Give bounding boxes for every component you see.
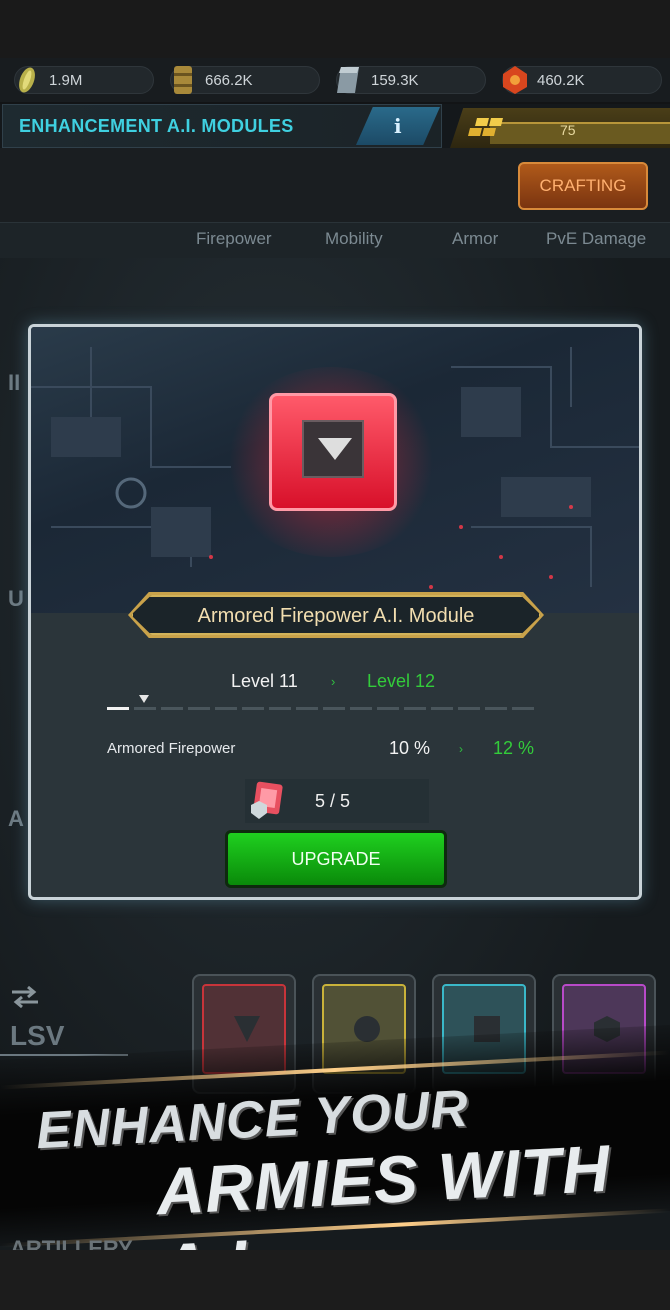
upgrade-button[interactable]: UPGRADE [225, 830, 447, 888]
resource-value: 666.2K [205, 72, 253, 89]
stat-label: Armored Firepower [107, 740, 236, 757]
page-title: ENHANCEMENT A.I. MODULES [19, 116, 294, 136]
progress-segment [242, 707, 264, 710]
tab-firepower[interactable]: Firepower [196, 229, 272, 249]
module-material-icon [251, 781, 283, 819]
level-progress-bar [107, 707, 535, 711]
side-label-fragment: U [8, 586, 24, 611]
progress-segment [215, 707, 237, 710]
gold-bars-icon [468, 118, 503, 136]
side-label-fragment: II [8, 370, 21, 395]
level-next: Level 12 [367, 671, 436, 691]
progress-segment [431, 707, 453, 710]
progress-segment [404, 707, 426, 710]
chip-core [302, 420, 364, 478]
wheat-icon [19, 67, 35, 93]
progress-segment [458, 707, 480, 710]
resource-steel[interactable]: 159.3K [336, 66, 486, 94]
progress-segment [485, 707, 507, 710]
stat-current: 10 % [389, 738, 431, 758]
mineral-icon [503, 66, 527, 94]
progress-segment [269, 707, 291, 710]
progress-segment [323, 707, 345, 710]
circle-icon [354, 1016, 380, 1042]
resource-food[interactable]: 1.9M [14, 66, 154, 94]
resource-value: 460.2K [537, 72, 585, 89]
swap-arrows-icon[interactable] [8, 984, 42, 1010]
resource-oil[interactable]: 666.2K [170, 66, 320, 94]
module-artwork [31, 327, 639, 613]
tab-bar: Firepower Mobility Armor PvE Damage [0, 222, 670, 258]
side-label-fragment: A [8, 806, 24, 831]
progress-segment [512, 707, 534, 710]
triangle-icon [318, 438, 352, 460]
ai-module-chip [269, 393, 397, 511]
title-banner: Armored Firepower A.I. Module [131, 595, 541, 635]
chevron-right-icon: › [331, 674, 336, 689]
gold-value: 75 [560, 122, 576, 138]
tab-armor[interactable]: Armor [452, 229, 498, 249]
stat-next: 12 % [493, 738, 535, 758]
progress-segment [188, 707, 210, 710]
steel-icon [337, 67, 359, 93]
info-icon: i [394, 114, 402, 138]
status-bar-area [0, 0, 670, 58]
navigation-bar-area [0, 1250, 670, 1310]
oil-barrel-icon [174, 66, 192, 94]
chevron-right-icon: › [459, 742, 463, 756]
tab-mobility[interactable]: Mobility [325, 229, 383, 249]
cost-value: 5 / 5 [315, 791, 351, 811]
progress-marker-icon [139, 695, 149, 703]
progress-segment [377, 707, 399, 710]
gold-bar [490, 122, 670, 144]
module-detail-dialog: Armored Firepower A.I. Module Level 11 ›… [28, 324, 642, 900]
progress-segment [161, 707, 183, 710]
resource-mineral[interactable]: 460.2K [502, 66, 662, 94]
resource-value: 159.3K [371, 72, 419, 89]
crafting-button[interactable]: CRAFTING [518, 162, 648, 210]
progress-segment [350, 707, 372, 710]
resource-bar: 1.9M 666.2K 159.3K 460.2K [0, 58, 670, 102]
progress-segment [296, 707, 318, 710]
module-title: Armored Firepower A.I. Module [197, 605, 475, 627]
progress-segment [134, 707, 156, 710]
progress-segment [107, 707, 129, 710]
tab-pve-damage[interactable]: PvE Damage [546, 229, 646, 249]
unit-label: LSV [10, 1020, 65, 1051]
resource-value: 1.9M [49, 72, 83, 89]
triangle-icon [234, 1016, 260, 1042]
level-current: Level 11 [231, 671, 298, 691]
